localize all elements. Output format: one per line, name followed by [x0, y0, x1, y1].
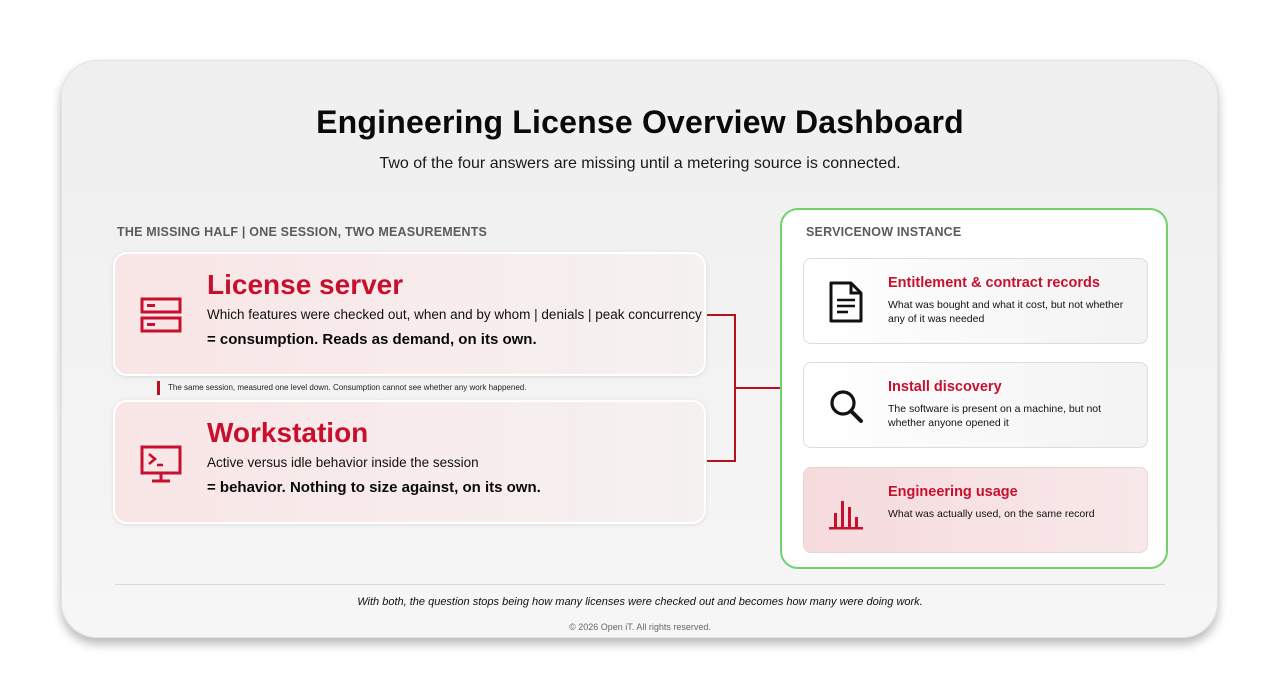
license-server-description: Which features were checked out, when an… [207, 307, 702, 322]
server-icon [140, 297, 182, 333]
workstation-description: Active versus idle behavior inside the s… [207, 455, 479, 470]
engineering-usage-title: Engineering usage [888, 484, 1018, 500]
workstation-result: = behavior. Nothing to size against, on … [207, 479, 541, 496]
copyright: © 2026 Open iT. All rights reserved. [569, 622, 711, 632]
install-discovery-title: Install discovery [888, 379, 1002, 395]
license-server-title: License server [207, 269, 404, 300]
engineering-usage-box: Engineering usage What was actually used… [803, 467, 1148, 553]
footer-note: With both, the question stops being how … [357, 596, 923, 608]
footer-divider [115, 584, 1165, 585]
missing-half-label: THE MISSING HALF | ONE SESSION, TWO MEAS… [117, 225, 488, 239]
workstation-title: Workstation [207, 417, 369, 448]
bracket-connector [707, 314, 783, 462]
engineering-usage-description: What was actually used, on the same reco… [888, 508, 1095, 520]
session-note: The same session, measured one level dow… [157, 381, 526, 395]
bar-chart-icon [829, 501, 863, 530]
magnifier-icon [830, 390, 863, 423]
entitlement-records-description: What was bought and what it cost, but no… [888, 299, 1124, 325]
license-server-result: = consumption. Reads as demand, on its o… [207, 331, 537, 348]
page-subtitle: Two of the four answers are missing unti… [379, 155, 901, 172]
license-server-box: License server Which features were check… [113, 252, 706, 376]
terminal-monitor-icon [140, 445, 182, 483]
install-discovery-box: Install discovery The software is presen… [803, 362, 1148, 448]
servicenow-panel: SERVICENOW INSTANCE Entitlement & contra… [780, 208, 1168, 569]
workstation-box: Workstation Active versus idle behavior … [113, 400, 706, 524]
entitlement-records-box: Entitlement & contract records What was … [803, 258, 1148, 344]
install-discovery-description: The software is present on a machine, bu… [888, 403, 1102, 429]
page-title: Engineering License Overview Dashboard [316, 104, 964, 140]
entitlement-records-title: Entitlement & contract records [888, 275, 1100, 291]
servicenow-label: SERVICENOW INSTANCE [806, 225, 962, 239]
document-icon [829, 281, 863, 323]
